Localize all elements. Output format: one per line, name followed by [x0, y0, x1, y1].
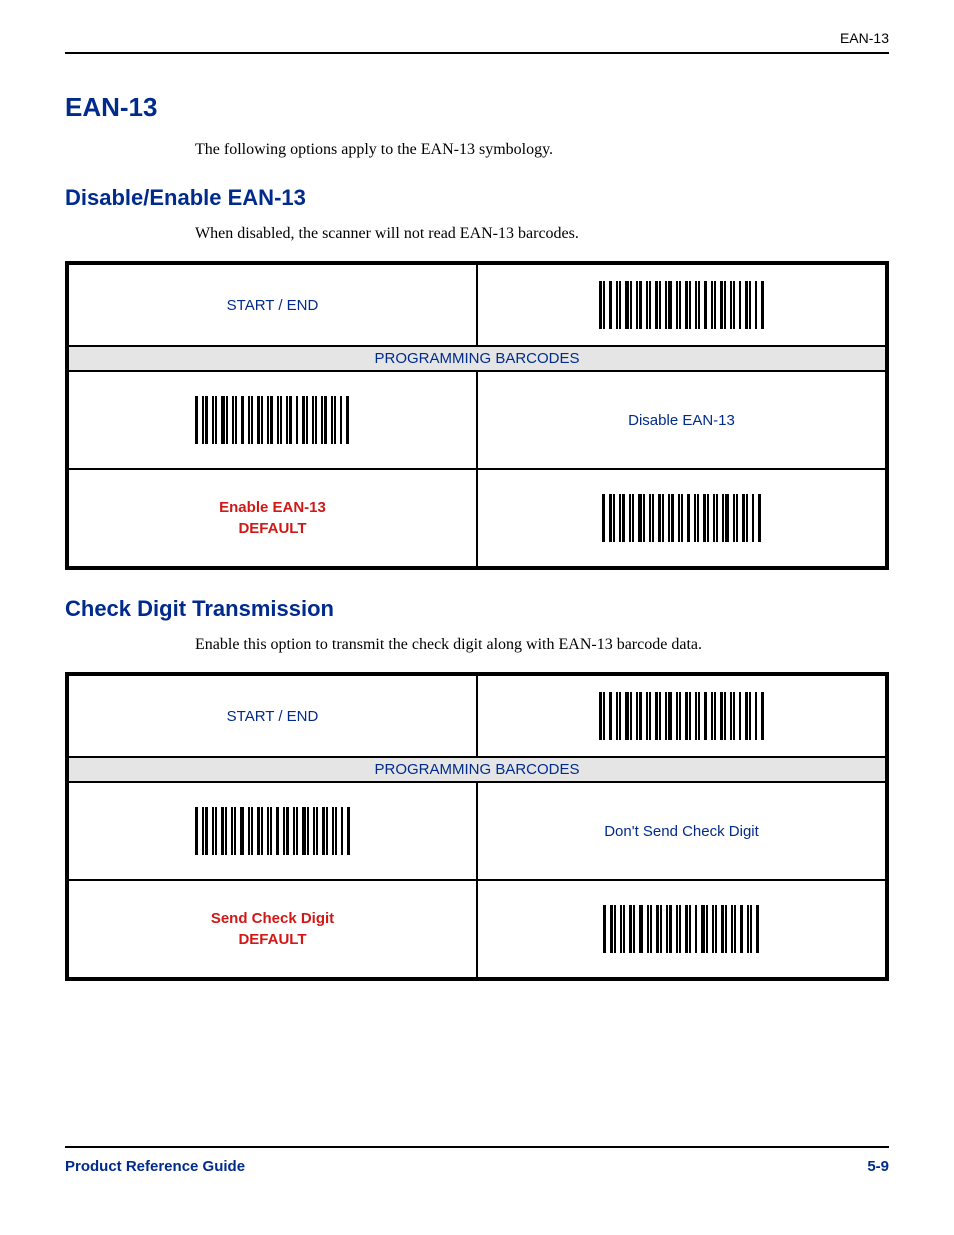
section-title: EAN-13	[65, 92, 889, 123]
barcode-icon	[602, 494, 762, 542]
start-end-barcode	[477, 675, 886, 757]
programming-table-2: START / END PROGRAMMING BARCODES Don't S…	[65, 672, 889, 981]
default-text: DEFAULT	[238, 931, 306, 948]
barcode-icon	[603, 905, 760, 953]
footer-right: 5-9	[867, 1158, 889, 1175]
footer-left: Product Reference Guide	[65, 1158, 245, 1175]
disable-label: Disable EAN-13	[477, 371, 886, 469]
enable-label: Enable EAN-13 DEFAULT	[68, 469, 477, 567]
page-footer: Product Reference Guide 5-9	[65, 1146, 889, 1175]
programming-table-1: START / END PROGRAMMING BARCODES Disable…	[65, 261, 889, 570]
nosend-barcode	[68, 782, 477, 880]
disable-barcode	[68, 371, 477, 469]
barcode-icon	[599, 281, 765, 329]
send-label: Send Check Digit DEFAULT	[68, 880, 477, 978]
default-text: DEFAULT	[238, 520, 306, 537]
barcode-icon	[195, 396, 350, 444]
start-end-label: START / END	[68, 264, 477, 346]
barcode-icon	[195, 807, 351, 855]
sub2-intro: Enable this option to transmit the check…	[195, 636, 889, 654]
footer-rule	[65, 1146, 889, 1148]
programming-banner: PROGRAMMING BARCODES	[68, 757, 886, 782]
sub1-intro: When disabled, the scanner will not read…	[195, 225, 889, 243]
send-text: Send Check Digit	[211, 910, 334, 927]
barcode-icon	[599, 692, 765, 740]
running-head: EAN-13	[65, 30, 889, 52]
start-end-label: START / END	[68, 675, 477, 757]
nosend-label: Don't Send Check Digit	[477, 782, 886, 880]
enable-barcode	[477, 469, 886, 567]
subsection-check-digit: Check Digit Transmission	[65, 596, 889, 622]
subsection-disable-enable: Disable/Enable EAN-13	[65, 185, 889, 211]
start-end-barcode	[477, 264, 886, 346]
enable-text: Enable EAN-13	[219, 499, 326, 516]
programming-banner: PROGRAMMING BARCODES	[68, 346, 886, 371]
header-rule	[65, 52, 889, 54]
send-barcode	[477, 880, 886, 978]
section-intro: The following options apply to the EAN-1…	[195, 141, 889, 159]
